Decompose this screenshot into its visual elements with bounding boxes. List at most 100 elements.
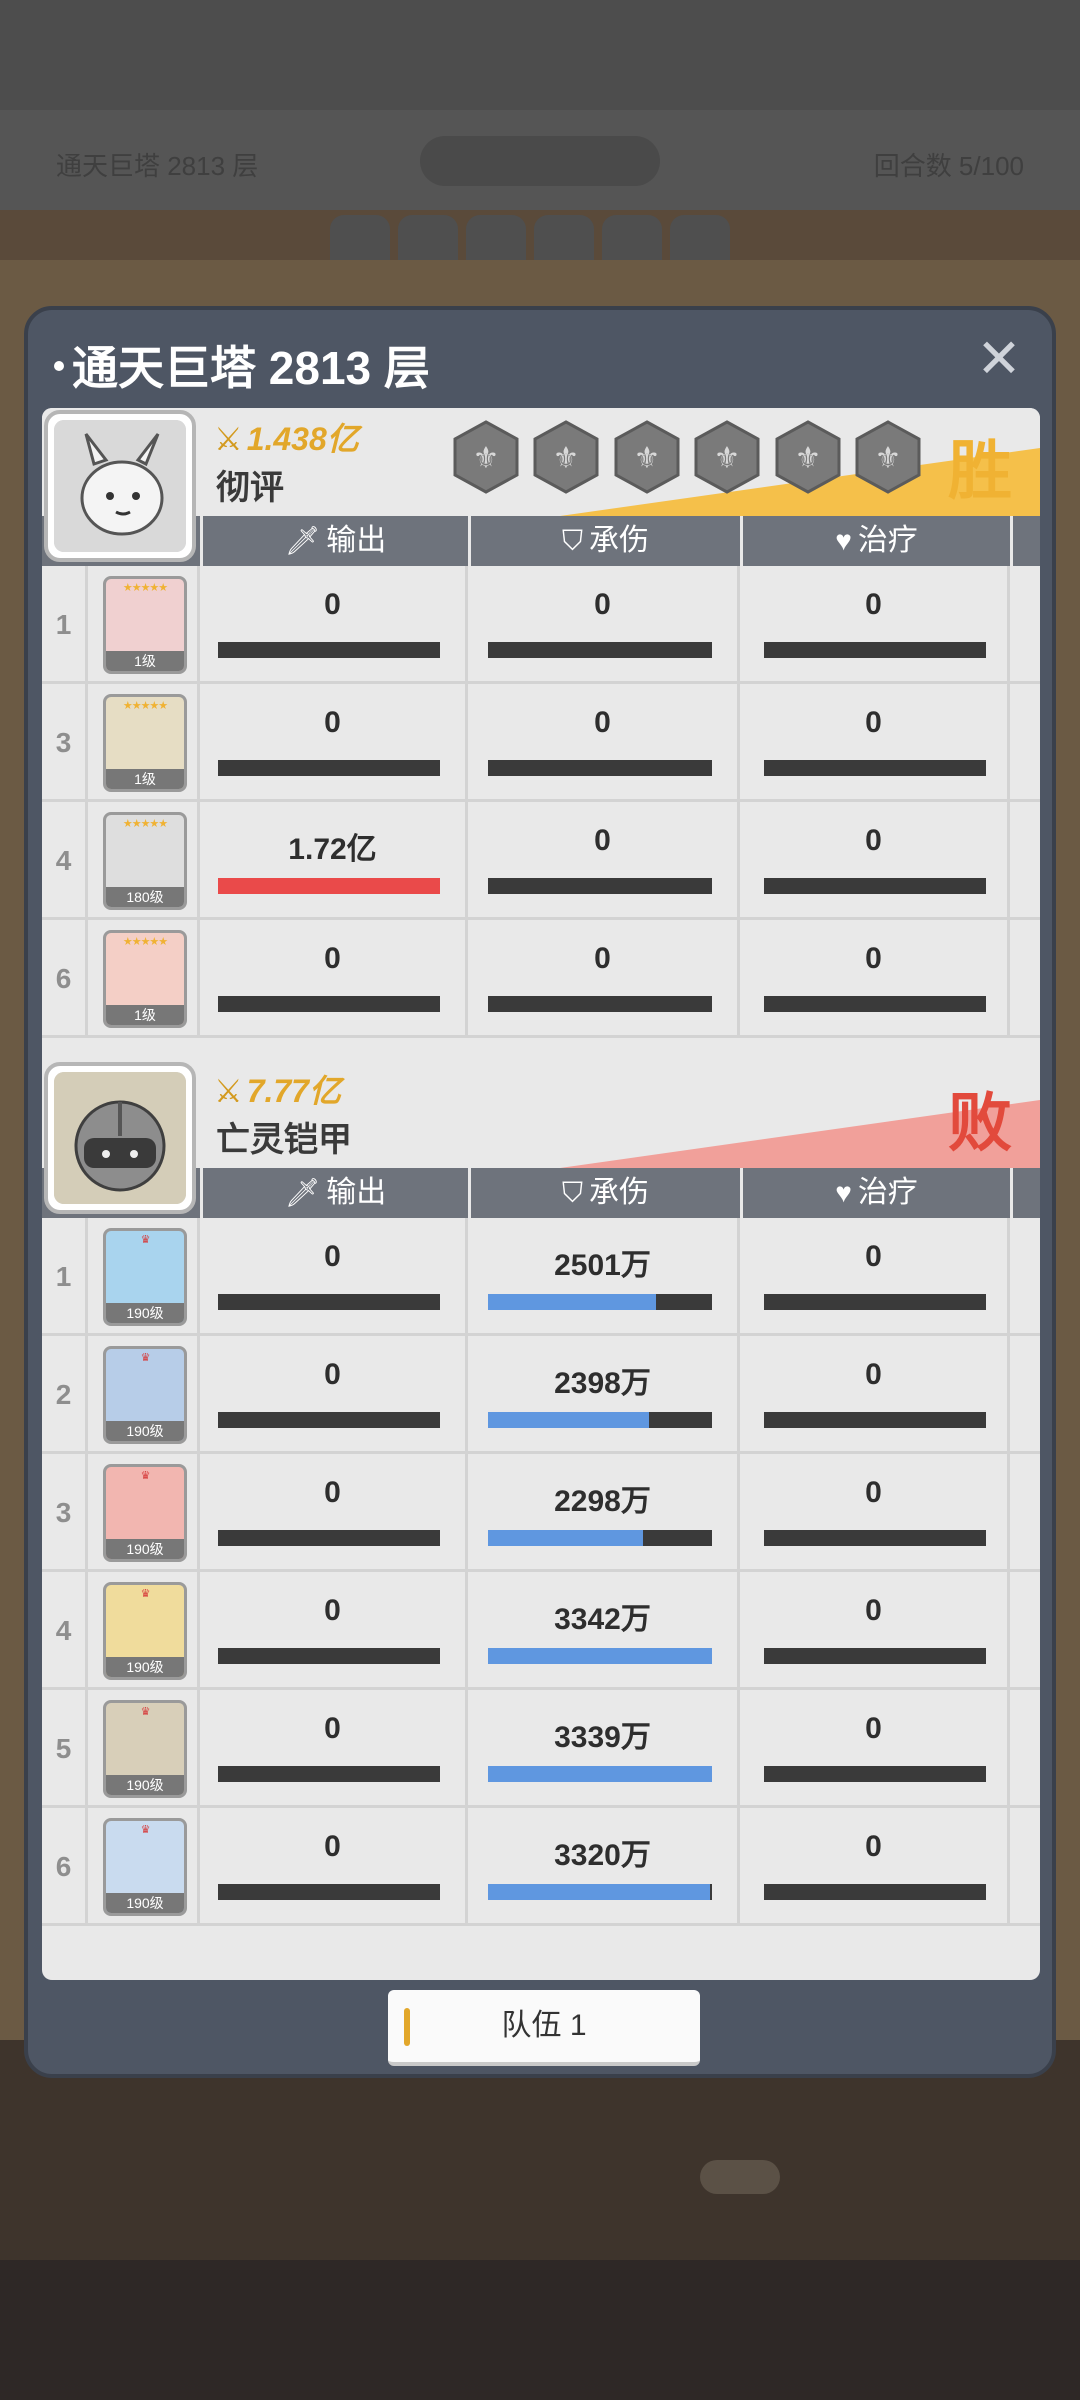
heal-cell: 0 xyxy=(740,1808,1010,1926)
output-cell: 1.72亿 xyxy=(200,802,468,920)
team-b-avatar[interactable] xyxy=(44,1062,196,1214)
tank-value: 0 xyxy=(594,824,611,857)
output-value: 0 xyxy=(324,588,341,621)
row-index: 6 xyxy=(42,920,88,1038)
heal-bar xyxy=(764,760,986,776)
crown-icon: ♛ xyxy=(140,1706,151,1718)
heal-bar xyxy=(764,996,986,1012)
output-value: 0 xyxy=(324,1830,341,1863)
output-bar xyxy=(218,1648,440,1664)
hero-portrait[interactable]: ★★★★★ 1级 xyxy=(103,576,187,674)
table-row: 4 ★★★★★ 180级 1.72亿 0 0 xyxy=(42,802,1040,920)
tank-cell: 3320万 xyxy=(468,1808,740,1926)
svg-text:⚜: ⚜ xyxy=(553,441,580,476)
hero-cell: ♛ 190级 xyxy=(88,1572,200,1690)
heal-bar xyxy=(764,1294,986,1310)
tank-bar xyxy=(488,1412,712,1428)
output-value: 0 xyxy=(324,1594,341,1627)
hero-portrait[interactable]: ♛ 190级 xyxy=(103,1228,187,1326)
heal-value: 0 xyxy=(865,588,882,621)
heal-value: 0 xyxy=(865,706,882,739)
team-a-avatar[interactable] xyxy=(44,410,196,562)
tank-value: 0 xyxy=(594,706,611,739)
crossed-swords-icon: ⚔ xyxy=(214,421,243,457)
crown-icon: ♛ xyxy=(140,1588,151,1600)
output-cell: 0 xyxy=(200,920,468,1038)
title-dot-icon xyxy=(54,360,64,371)
team-b-power: ⚔ 7.77亿 xyxy=(214,1073,341,1109)
output-bar xyxy=(218,1766,440,1782)
svg-text:⚜: ⚜ xyxy=(633,441,660,476)
table-row: 1 ★★★★★ 1级 0 0 0 xyxy=(42,566,1040,684)
hero-portrait[interactable]: ♛ 190级 xyxy=(103,1700,187,1798)
tank-value: 3339万 xyxy=(554,1721,651,1754)
hero-portrait[interactable]: ♛ 190级 xyxy=(103,1464,187,1562)
bg-pill xyxy=(420,136,660,186)
shield-icon: ⛉ xyxy=(561,1177,583,1208)
output-bar xyxy=(218,760,440,776)
output-cell: 0 xyxy=(200,1690,468,1808)
team-a-power: ⚔ 1.438亿 xyxy=(214,421,359,457)
hero-portrait[interactable]: ♛ 190级 xyxy=(103,1582,187,1680)
table-row: 3 ♛ 190级 0 2298万 0 xyxy=(42,1454,1040,1572)
row-index: 5 xyxy=(42,1690,88,1808)
hero-level: 1级 xyxy=(106,1005,184,1025)
heart-icon: ♥ xyxy=(835,525,852,556)
stats-panel: ⚔ 1.438亿 彻评 ⚜ ⚜ ⚜ ⚜ ⚜ ⚜ 胜 🗡 输出 ⛉ 承伤 ♥ 治疗… xyxy=(42,408,1040,1980)
hero-cell: ♛ 190级 xyxy=(88,1454,200,1572)
row-index: 1 xyxy=(42,1218,88,1336)
hero-portrait[interactable]: ★★★★★ 1级 xyxy=(103,930,187,1028)
tank-bar-fill xyxy=(488,1530,643,1546)
table-row: 6 ★★★★★ 1级 0 0 0 xyxy=(42,920,1040,1038)
team-a-name: 彻评 xyxy=(216,469,284,507)
output-value: 0 xyxy=(324,1476,341,1509)
close-button[interactable]: ✕ xyxy=(974,332,1024,386)
hero-portrait[interactable]: ♛ 190级 xyxy=(103,1818,187,1916)
tank-bar-fill xyxy=(488,1884,710,1900)
heal-bar xyxy=(764,1884,986,1900)
output-bar xyxy=(218,878,440,894)
fleur-de-lis-hex-icon: ⚜ xyxy=(613,420,681,494)
hero-portrait[interactable]: ♛ 190级 xyxy=(103,1346,187,1444)
heal-cell: 0 xyxy=(740,566,1010,684)
output-bar xyxy=(218,1294,440,1310)
output-cell: 0 xyxy=(200,1808,468,1926)
sword-icon: 🗡 xyxy=(284,1177,321,1208)
team-a-formation-slots: ⚜ ⚜ ⚜ ⚜ ⚜ ⚜ xyxy=(452,420,930,500)
tank-bar xyxy=(488,642,712,658)
svg-text:⚜: ⚜ xyxy=(473,441,500,476)
crossed-swords-icon: ⚔ xyxy=(214,1073,243,1109)
row-index: 3 xyxy=(42,1454,88,1572)
tank-bar xyxy=(488,1884,712,1900)
fleur-de-lis-hex-icon: ⚜ xyxy=(693,420,761,494)
hero-cell: ★★★★★ 1级 xyxy=(88,566,200,684)
hero-portrait[interactable]: ★★★★★ 180级 xyxy=(103,812,187,910)
hero-cell: ♛ 190级 xyxy=(88,1808,200,1926)
tank-cell: 0 xyxy=(468,920,740,1038)
tank-value: 2501万 xyxy=(554,1249,651,1282)
heal-value: 0 xyxy=(865,1476,882,1509)
bg-status-bar: 通天巨塔 2813 层 回合数 5/100 xyxy=(0,110,1080,210)
heal-value: 0 xyxy=(865,1712,882,1745)
team-b-result: 败 xyxy=(948,1087,1012,1159)
output-cell: 0 xyxy=(200,1218,468,1336)
hero-portrait[interactable]: ★★★★★ 1级 xyxy=(103,694,187,792)
bg-round-label: 回合数 5/100 xyxy=(873,151,1024,181)
output-cell: 0 xyxy=(200,1454,468,1572)
output-cell: 0 xyxy=(200,566,468,684)
tank-value: 3320万 xyxy=(554,1839,651,1872)
dragon-avatar-icon xyxy=(54,420,186,552)
hero-level: 190级 xyxy=(106,1421,184,1441)
team-b-name: 亡灵铠甲 xyxy=(216,1121,352,1159)
output-cell: 0 xyxy=(200,684,468,802)
hero-level: 1级 xyxy=(106,651,184,671)
modal-title: 通天巨塔 2813 层 xyxy=(54,332,430,398)
col-tank: ⛉ 承伤 xyxy=(468,1168,740,1218)
star-rating-icon: ★★★★★ xyxy=(122,818,168,830)
col-tank: ⛉ 承伤 xyxy=(468,516,740,566)
hero-level: 190级 xyxy=(106,1775,184,1795)
tank-bar-fill xyxy=(488,1294,656,1310)
crown-icon: ♛ xyxy=(140,1234,151,1246)
team-switch-button[interactable]: 队伍 1 xyxy=(388,1990,700,2066)
tank-cell: 3342万 xyxy=(468,1572,740,1690)
